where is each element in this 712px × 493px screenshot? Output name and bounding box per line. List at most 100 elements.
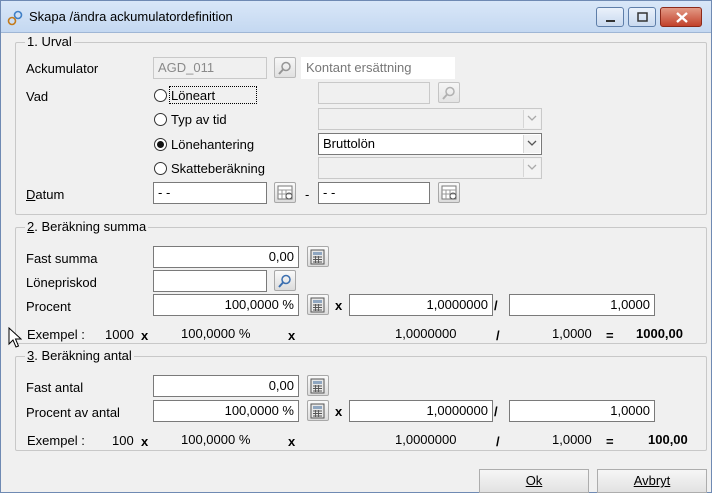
lonepriskod-search-button[interactable] bbox=[274, 270, 296, 291]
lonepriskod-field[interactable] bbox=[153, 270, 267, 292]
skatteberakning-select[interactable] bbox=[318, 157, 542, 179]
summa-exempel-mult: 1,0000000 bbox=[395, 326, 457, 341]
radio-lonehantering[interactable] bbox=[154, 138, 167, 151]
search-icon bbox=[278, 274, 291, 288]
times-operator: x bbox=[288, 328, 296, 343]
search-icon bbox=[442, 86, 455, 100]
datum-separator: - bbox=[305, 187, 310, 202]
lonehantering-selected-value: Bruttolön bbox=[323, 136, 376, 151]
divide-operator: / bbox=[494, 298, 498, 313]
chevron-down-icon bbox=[523, 159, 540, 177]
ok-button-label: Ok bbox=[525, 473, 543, 488]
radio-typ-av-tid-label[interactable]: Typ av tid bbox=[171, 112, 227, 128]
datum-from-field[interactable]: - - bbox=[153, 182, 267, 204]
ackumulator-search-button[interactable] bbox=[274, 57, 296, 78]
antal-multiplier-field[interactable]: 1,0000000 bbox=[349, 400, 493, 422]
window-title: Skapa /ändra ackumulatordefinition bbox=[29, 9, 233, 24]
equals-operator: = bbox=[606, 434, 614, 449]
times-operator: x bbox=[335, 404, 343, 419]
calculator-icon bbox=[310, 378, 325, 394]
datum-label-rest: atum bbox=[35, 187, 65, 202]
datum-to-calendar-button[interactable] bbox=[438, 182, 460, 203]
antal-legend: 3. Beräkning antal bbox=[25, 348, 134, 363]
antal-exempel-mult: 1,0000000 bbox=[395, 432, 457, 447]
typ-av-tid-select[interactable] bbox=[318, 108, 542, 130]
maximize-button[interactable] bbox=[628, 7, 656, 27]
calendar-icon bbox=[277, 185, 293, 200]
antal-divisor-field[interactable]: 1,0000 bbox=[509, 400, 655, 422]
fast-summa-field[interactable]: 0,00 bbox=[153, 246, 299, 268]
maximize-icon bbox=[637, 12, 648, 22]
mouse-pointer-icon bbox=[8, 327, 22, 348]
ackumulator-field[interactable]: AGD_011 bbox=[153, 57, 267, 79]
chevron-down-icon bbox=[523, 135, 540, 153]
ok-button[interactable]: Ok bbox=[479, 469, 589, 493]
fast-summa-label: Fast summa bbox=[26, 251, 98, 266]
search-icon bbox=[278, 61, 291, 75]
radio-loneart[interactable] bbox=[154, 89, 167, 102]
fast-antal-calculator-button[interactable] bbox=[307, 375, 329, 396]
times-operator: x bbox=[335, 298, 343, 313]
title-bar: Skapa /ändra ackumulatordefinition bbox=[1, 1, 711, 33]
app-icon bbox=[7, 10, 23, 26]
times-operator: x bbox=[141, 328, 149, 343]
divide-operator: / bbox=[496, 328, 500, 343]
procent-av-antal-calculator-button[interactable] bbox=[307, 400, 329, 421]
loneart-field[interactable] bbox=[318, 82, 430, 104]
procent-av-antal-label: Procent av antal bbox=[26, 405, 120, 420]
divide-operator: / bbox=[496, 434, 500, 449]
procent-label: Procent bbox=[26, 299, 71, 314]
summa-exempel-div: 1,0000 bbox=[552, 326, 592, 341]
summa-exempel-label: Exempel : bbox=[27, 327, 85, 342]
cancel-button-label: Avbryt bbox=[633, 473, 671, 488]
antal-exempel-div: 1,0000 bbox=[552, 432, 592, 447]
summa-exempel-base: 1000 bbox=[105, 327, 134, 342]
radio-typ-av-tid[interactable] bbox=[154, 113, 167, 126]
fast-summa-calculator-button[interactable] bbox=[307, 246, 329, 267]
datum-label: Datum bbox=[26, 187, 65, 202]
equals-operator: = bbox=[606, 328, 614, 343]
calculator-icon bbox=[310, 249, 325, 265]
cancel-button[interactable]: Avbryt bbox=[597, 469, 707, 493]
summa-legend-text: . Beräkning summa bbox=[34, 219, 147, 234]
radio-loneart-label[interactable]: Löneart bbox=[171, 88, 215, 104]
times-operator: x bbox=[141, 434, 149, 449]
antal-exempel-label: Exempel : bbox=[27, 433, 85, 448]
datum-from-calendar-button[interactable] bbox=[274, 182, 296, 203]
divide-operator: / bbox=[494, 404, 498, 419]
times-operator: x bbox=[288, 434, 296, 449]
chevron-down-icon bbox=[523, 110, 540, 128]
vad-label: Vad bbox=[26, 89, 49, 104]
ackumulator-label: Ackumulator bbox=[26, 61, 99, 76]
summa-multiplier-field[interactable]: 1,0000000 bbox=[349, 294, 493, 316]
antal-legend-text: . Beräkning antal bbox=[34, 348, 132, 363]
antal-exempel-base: 100 bbox=[112, 433, 134, 448]
calendar-icon bbox=[441, 185, 457, 200]
lonepriskod-label: Lönepriskod bbox=[26, 275, 97, 290]
antal-exempel-pct: 100,0000 % bbox=[181, 432, 251, 447]
summa-divisor-field[interactable]: 1,0000 bbox=[509, 294, 655, 316]
datum-to-field[interactable]: - - bbox=[318, 182, 430, 204]
procent-field[interactable]: 100,0000 % bbox=[153, 294, 299, 316]
radio-skatteberakning-label[interactable]: Skatteberäkning bbox=[171, 161, 265, 177]
procent-av-antal-field[interactable]: 100,0000 % bbox=[153, 400, 299, 422]
urval-legend: 1. Urval bbox=[25, 34, 74, 49]
calculator-icon bbox=[310, 297, 325, 313]
minimize-icon bbox=[606, 20, 615, 22]
close-button[interactable] bbox=[660, 7, 702, 27]
summa-exempel-result: 1000,00 bbox=[636, 326, 683, 341]
summa-legend: 2. Beräkning summa bbox=[25, 219, 149, 234]
antal-exempel-result: 100,00 bbox=[648, 432, 688, 447]
close-icon bbox=[676, 12, 688, 23]
fast-antal-label: Fast antal bbox=[26, 380, 84, 395]
fast-antal-field[interactable]: 0,00 bbox=[153, 375, 299, 397]
radio-skatteberakning[interactable] bbox=[154, 162, 167, 175]
procent-calculator-button[interactable] bbox=[307, 294, 329, 315]
radio-lonehantering-label[interactable]: Lönehantering bbox=[171, 137, 254, 153]
lonehantering-select[interactable]: Bruttolön bbox=[318, 133, 542, 155]
minimize-button[interactable] bbox=[596, 7, 624, 27]
ackumulator-description: Kontant ersättning bbox=[301, 57, 455, 79]
summa-exempel-pct: 100,0000 % bbox=[181, 326, 251, 341]
loneart-search-button[interactable] bbox=[438, 82, 460, 103]
dialog-window: Skapa /ändra ackumulatordefinition 1. Ur… bbox=[0, 0, 712, 493]
